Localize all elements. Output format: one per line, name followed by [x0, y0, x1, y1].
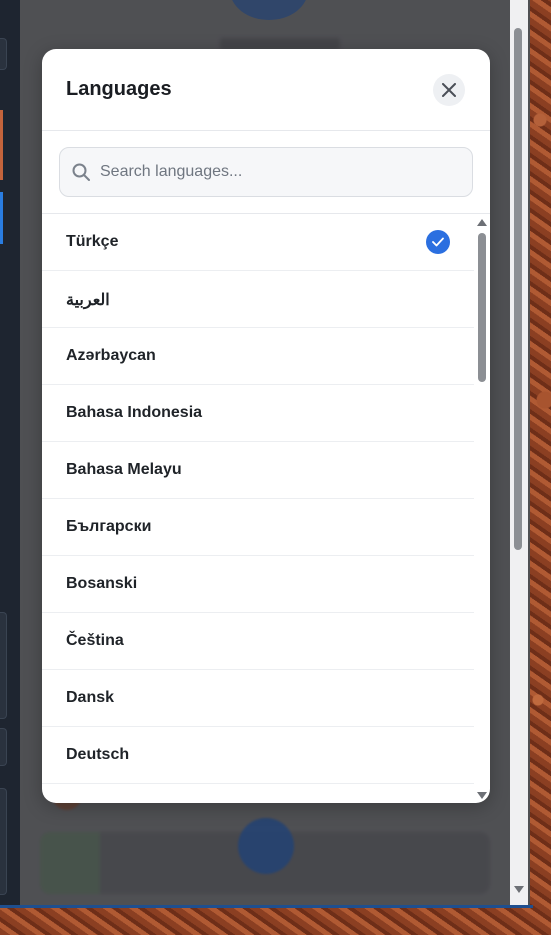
language-item-bahasa-melayu[interactable]: Bahasa Melayu: [42, 442, 474, 499]
close-button[interactable]: [433, 74, 465, 106]
sidebar-control: [0, 38, 7, 70]
search-icon: [72, 163, 90, 181]
language-list-scrollbar-thumb[interactable]: [478, 233, 486, 382]
scroll-down-arrow-icon[interactable]: [477, 792, 487, 799]
language-label: Azərbaycan: [66, 347, 156, 364]
language-list-scrollbar[interactable]: [474, 214, 490, 803]
search-input[interactable]: [98, 148, 462, 196]
language-label: Dansk: [66, 689, 115, 706]
window-border: [0, 905, 533, 908]
language-item-bahasa-indonesia[interactable]: Bahasa Indonesia: [42, 385, 474, 442]
language-label: Bahasa Indonesia: [66, 404, 203, 421]
sidebar-panel: [0, 612, 7, 719]
modal-title: Languages: [66, 78, 172, 100]
window-scrollbar[interactable]: [510, 0, 528, 905]
sidebar-panel: [0, 788, 7, 895]
language-item-dansk[interactable]: Dansk: [42, 670, 474, 727]
modal-header: Languages: [42, 49, 490, 131]
background-app-sidebar: [0, 0, 21, 905]
sidebar-accent-active: [0, 192, 3, 244]
language-item-bosanski[interactable]: Bosanski: [42, 556, 474, 613]
language-item-turkce[interactable]: Türkçe: [42, 214, 474, 271]
sidebar-panel: [0, 728, 7, 766]
scroll-down-arrow-icon[interactable]: [514, 886, 524, 893]
language-label: Deutsch: [66, 746, 130, 763]
language-item-azerbaycan[interactable]: Azərbaycan: [42, 328, 474, 385]
sidebar-accent: [0, 110, 3, 180]
language-item-deutsch[interactable]: Deutsch: [42, 727, 474, 784]
language-list: Türkçe العربية Azərbaycan Bahasa Indones…: [42, 213, 490, 803]
scroll-up-arrow-icon[interactable]: [477, 219, 487, 226]
language-label: Bosanski: [66, 575, 138, 592]
languages-modal: Languages Türkçe العربية Azərbaycan Baha…: [42, 49, 490, 803]
language-item-bulgarian[interactable]: Български: [42, 499, 474, 556]
language-item-cestina[interactable]: Čeština: [42, 613, 474, 670]
language-item-arabic[interactable]: العربية: [42, 271, 474, 328]
language-label: Български: [66, 518, 152, 535]
close-icon: [442, 83, 456, 97]
language-label: العربية: [66, 292, 110, 309]
search-box[interactable]: [59, 147, 473, 197]
language-label: Türkçe: [66, 233, 119, 250]
window-scrollbar-thumb[interactable]: [514, 28, 522, 550]
selected-check-icon: [426, 230, 450, 254]
language-label: Bahasa Melayu: [66, 461, 182, 478]
language-label: Čeština: [66, 632, 124, 649]
